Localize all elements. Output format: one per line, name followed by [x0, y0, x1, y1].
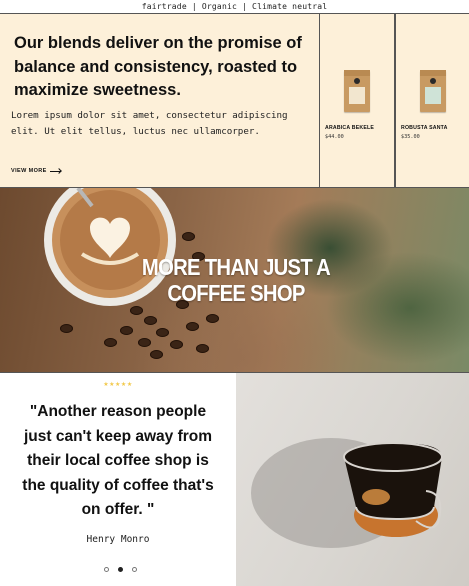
coffee-bean: [196, 344, 209, 353]
coffee-bean: [156, 328, 169, 337]
bag-label: [425, 87, 441, 104]
coffee-bag-icon: [420, 70, 446, 112]
announcement-text: fairtrade | Organic | Climate neutral: [141, 2, 328, 11]
hero-description: Lorem ipsum dolor sit amet, consectetur …: [11, 110, 288, 137]
view-more-link[interactable]: VIEW MORE: [11, 168, 61, 174]
bag-logo-badge: [430, 78, 436, 84]
glass-cup-image: [251, 438, 443, 548]
product-price: $35.00: [401, 134, 420, 140]
coffee-bean: [150, 350, 163, 359]
banner-title: MORE THAN JUST A COFFEE SHOP: [141, 254, 331, 306]
product-name: ROBUSTA SANTA: [401, 125, 448, 131]
coffee-bean: [144, 316, 157, 325]
carousel-dots: [104, 567, 137, 572]
carousel-dot[interactable]: [104, 567, 109, 572]
coffee-bean: [104, 338, 117, 347]
testimonial-section: ★★★★★ "Another reason people just can't …: [0, 373, 236, 586]
coffee-bean: [130, 306, 143, 315]
coffee-banner: MORE THAN JUST A COFFEE SHOP: [0, 188, 469, 373]
product-price: $44.00: [325, 134, 344, 140]
announcement-bar: fairtrade | Organic | Climate neutral: [0, 0, 469, 14]
bag-logo-badge: [354, 78, 360, 84]
hero-title: Our blends deliver on the promise of bal…: [14, 34, 302, 99]
coffee-bean: [170, 340, 183, 349]
carousel-dot[interactable]: [132, 567, 137, 572]
coffee-bean: [120, 326, 133, 335]
product-name: ARABICA BEKELE: [325, 125, 375, 131]
arrow-right-icon: [49, 170, 61, 172]
testimonial-author: Henry Monro: [86, 534, 150, 545]
star-rating: ★★★★★: [103, 382, 133, 388]
coffee-bean: [182, 232, 195, 241]
hero-section: Our blends deliver on the promise of bal…: [0, 14, 469, 188]
coffee-bean: [60, 324, 73, 333]
testimonial-quote: "Another reason people just can't keep a…: [22, 403, 214, 518]
coffee-bag-icon: [344, 70, 370, 112]
hero-text-panel: Our blends deliver on the promise of bal…: [0, 14, 320, 187]
black-coffee-photo: [236, 373, 469, 586]
carousel-dot-active[interactable]: [118, 567, 123, 572]
coffee-bean: [186, 322, 199, 331]
product-card-robusta-santa[interactable]: ROBUSTA SANTA $35.00: [395, 14, 469, 187]
product-card-arabica-bekele[interactable]: ARABICA BEKELE $44.00: [320, 14, 395, 187]
view-more-label: VIEW MORE: [11, 168, 47, 174]
coffee-bean: [206, 314, 219, 323]
bag-label: [349, 87, 365, 104]
coffee-bean: [138, 338, 151, 347]
